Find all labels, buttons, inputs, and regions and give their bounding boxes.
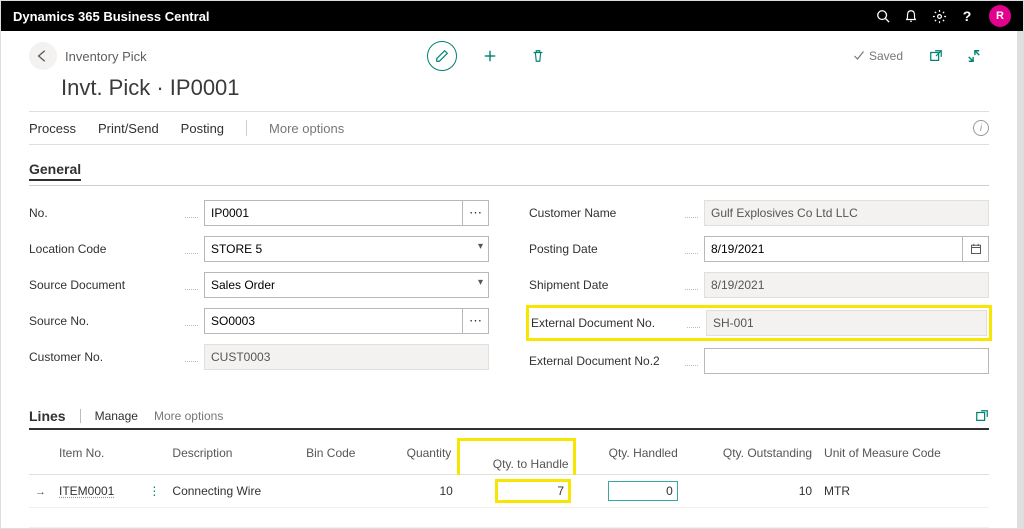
label-extdoc2: External Document No.2 xyxy=(529,354,679,368)
cell-bin[interactable] xyxy=(300,474,381,507)
field-custname xyxy=(704,200,989,226)
col-desc[interactable]: Description xyxy=(166,440,300,475)
page-title: Invt. Pick · IP0001 xyxy=(61,75,989,101)
lines-grid: Item No. Description Bin Code Quantity Q… xyxy=(29,438,989,528)
new-button[interactable] xyxy=(475,41,505,71)
label-custname: Customer Name xyxy=(529,206,679,220)
cell-uom[interactable]: MTR xyxy=(818,474,989,507)
field-extdoc xyxy=(706,310,987,336)
scrollbar[interactable] xyxy=(1017,31,1023,528)
save-status: Saved xyxy=(853,49,903,63)
action-posting[interactable]: Posting xyxy=(181,121,224,136)
popout-icon[interactable] xyxy=(921,41,951,71)
field-srcno[interactable] xyxy=(204,308,463,334)
calendar-icon[interactable] xyxy=(963,236,989,262)
field-srcdoc[interactable] xyxy=(204,272,489,298)
cell-itemno[interactable]: ITEM0001 xyxy=(59,484,114,498)
delete-button[interactable] xyxy=(523,41,553,71)
table-row-empty[interactable] xyxy=(29,507,989,527)
label-srcdoc: Source Document xyxy=(29,278,179,292)
col-qtyhandle[interactable]: Qty. to Handle xyxy=(459,440,574,475)
label-no: No. xyxy=(29,206,179,220)
label-postdate: Posting Date xyxy=(529,242,679,256)
section-lines-title: Lines xyxy=(29,408,66,424)
row-indicator-icon: → xyxy=(35,486,46,498)
label-location: Location Code xyxy=(29,242,179,256)
col-uom[interactable]: Unit of Measure Code xyxy=(818,440,989,475)
col-qty[interactable]: Quantity xyxy=(382,440,459,475)
label-extdoc: External Document No. xyxy=(531,316,681,330)
field-location[interactable] xyxy=(204,236,489,262)
collapse-icon[interactable] xyxy=(959,41,989,71)
field-extdoc2[interactable] xyxy=(704,348,989,374)
row-menu-icon[interactable]: ⋮ xyxy=(142,474,166,507)
cell-desc[interactable]: Connecting Wire xyxy=(166,474,300,507)
avatar[interactable]: R xyxy=(989,5,1011,27)
lookup-no[interactable]: ⋯ xyxy=(463,200,489,226)
lines-more[interactable]: More options xyxy=(154,409,223,423)
col-qtyhandled[interactable]: Qty. Handled xyxy=(574,440,684,475)
lines-manage[interactable]: Manage xyxy=(95,409,138,423)
action-process[interactable]: Process xyxy=(29,121,76,136)
table-row[interactable]: → ITEM0001 ⋮ Connecting Wire 10 7 0 10 M… xyxy=(29,474,989,507)
col-qtyout[interactable]: Qty. Outstanding xyxy=(684,440,818,475)
cell-qtyhandle[interactable]: 7 xyxy=(498,482,568,500)
app-topbar: Dynamics 365 Business Central ? R xyxy=(1,1,1023,31)
label-shipdate: Shipment Date xyxy=(529,278,679,292)
col-itemno[interactable]: Item No. xyxy=(53,440,142,475)
label-srcno: Source No. xyxy=(29,314,179,328)
edit-button[interactable] xyxy=(427,41,457,71)
gear-icon[interactable] xyxy=(925,2,953,30)
bell-icon[interactable] xyxy=(897,2,925,30)
lines-popout-icon[interactable] xyxy=(975,409,989,423)
help-icon[interactable]: ? xyxy=(953,2,981,30)
breadcrumb[interactable]: Inventory Pick xyxy=(65,49,147,64)
field-custno xyxy=(204,344,489,370)
action-more[interactable]: More options xyxy=(269,121,344,136)
col-bin[interactable]: Bin Code xyxy=(300,440,381,475)
label-custno: Customer No. xyxy=(29,350,179,364)
field-no[interactable] xyxy=(204,200,463,226)
cell-qty[interactable]: 10 xyxy=(382,474,459,507)
back-button[interactable] xyxy=(29,42,57,70)
info-icon[interactable]: i xyxy=(973,120,989,136)
app-title: Dynamics 365 Business Central xyxy=(13,9,210,24)
search-icon[interactable] xyxy=(869,2,897,30)
action-bar: Process Print/Send Posting More options … xyxy=(29,111,989,145)
lookup-srcno[interactable]: ⋯ xyxy=(463,308,489,334)
field-shipdate xyxy=(704,272,989,298)
section-general-title: General xyxy=(29,161,81,181)
cell-qtyhandled[interactable]: 0 xyxy=(608,481,678,501)
action-printsend[interactable]: Print/Send xyxy=(98,121,159,136)
field-postdate[interactable] xyxy=(704,236,963,262)
cell-qtyout[interactable]: 10 xyxy=(684,474,818,507)
